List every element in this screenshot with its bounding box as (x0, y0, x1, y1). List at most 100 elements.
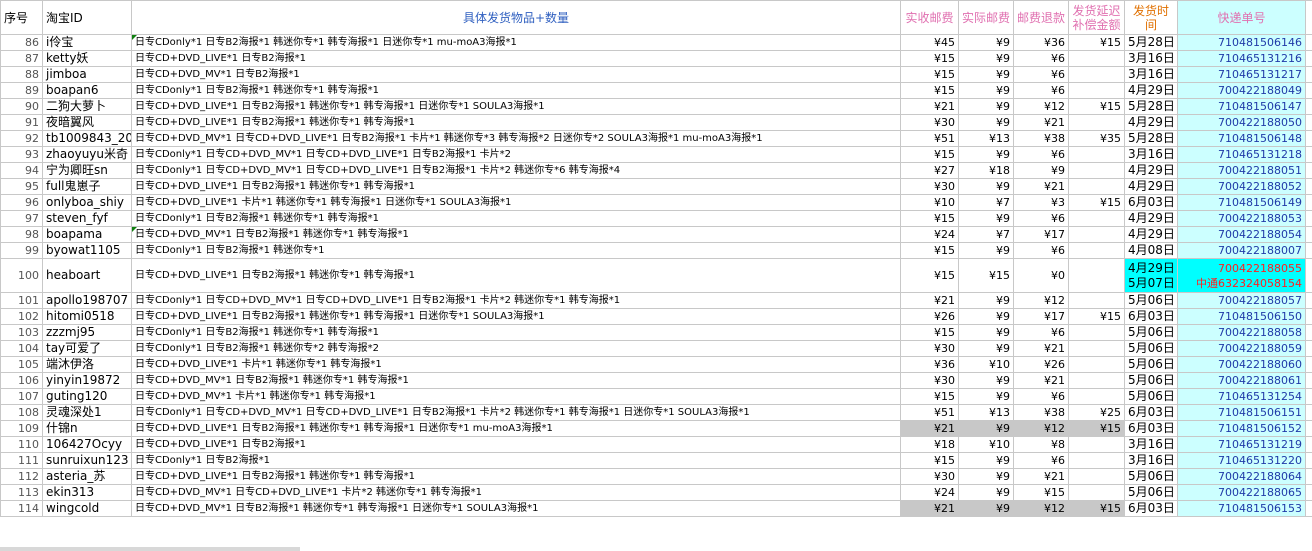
extra-cell[interactable] (1305, 500, 1312, 517)
actual-shipping-cell[interactable]: ¥9 (958, 178, 1014, 195)
items-cell[interactable]: 日专CD+DVD_MV*1 日专B2海报*1 (131, 66, 901, 83)
actual-shipping-cell[interactable]: ¥9 (958, 210, 1014, 227)
delay-comp-cell[interactable] (1068, 372, 1125, 389)
paid-shipping-cell[interactable]: ¥36 (900, 356, 959, 373)
refund-cell[interactable]: ¥21 (1013, 178, 1069, 195)
delay-comp-cell[interactable] (1068, 210, 1125, 227)
delay-comp-cell[interactable] (1068, 388, 1125, 405)
taobao-id-cell[interactable]: asteria_苏 (42, 468, 132, 485)
extra-cell[interactable] (1305, 210, 1312, 227)
delay-comp-cell[interactable] (1068, 292, 1125, 309)
seq-cell[interactable]: 87 (0, 50, 43, 67)
ship-date-cell[interactable]: 4月29日 (1124, 162, 1178, 179)
ship-date-cell[interactable]: 5月06日 (1124, 356, 1178, 373)
items-cell[interactable]: 日专CD+DVD_LIVE*1 卡片*1 韩迷你专*1 韩专海报*1 日迷你专*… (131, 194, 901, 211)
ship-date-cell[interactable]: 4月29日 (1124, 114, 1178, 131)
tracking-cell[interactable]: 700422188061 (1177, 372, 1306, 389)
delay-comp-cell[interactable] (1068, 436, 1125, 453)
delay-comp-cell[interactable]: ¥25 (1068, 404, 1125, 421)
ship-date-cell[interactable]: 4月08日 (1124, 242, 1178, 259)
seq-cell[interactable]: 114 (0, 500, 43, 517)
paid-shipping-cell[interactable]: ¥15 (900, 258, 959, 293)
actual-shipping-cell[interactable]: ¥9 (958, 308, 1014, 325)
items-cell[interactable]: 日专CDonly*1 日专B2海报*1 韩迷你专*1 韩专海报*1 (131, 324, 901, 341)
refund-cell[interactable]: ¥12 (1013, 420, 1069, 437)
paid-shipping-cell[interactable]: ¥24 (900, 226, 959, 243)
items-cell[interactable]: 日专CD+DVD_MV*1 卡片*1 韩迷你专*1 韩专海报*1 (131, 388, 901, 405)
header-extra[interactable] (1305, 0, 1312, 35)
delay-comp-cell[interactable]: ¥15 (1068, 194, 1125, 211)
refund-cell[interactable]: ¥6 (1013, 324, 1069, 341)
tracking-cell[interactable]: 700422188059 (1177, 340, 1306, 357)
taobao-id-cell[interactable]: sunruixun123 (42, 452, 132, 469)
actual-shipping-cell[interactable]: ¥9 (958, 34, 1014, 51)
paid-shipping-cell[interactable]: ¥45 (900, 34, 959, 51)
taobao-id-cell[interactable]: hitomi0518 (42, 308, 132, 325)
extra-cell[interactable] (1305, 130, 1312, 147)
actual-shipping-cell[interactable]: ¥10 (958, 436, 1014, 453)
taobao-id-cell[interactable]: i伶宝 (42, 34, 132, 51)
delay-comp-cell[interactable] (1068, 258, 1125, 293)
taobao-id-cell[interactable]: ketty妖 (42, 50, 132, 67)
taobao-id-cell[interactable]: boapama (42, 226, 132, 243)
actual-shipping-cell[interactable]: ¥9 (958, 66, 1014, 83)
extra-cell[interactable] (1305, 178, 1312, 195)
tracking-cell[interactable]: 710465131254 (1177, 388, 1306, 405)
extra-cell[interactable] (1305, 356, 1312, 373)
delay-comp-cell[interactable]: ¥15 (1068, 308, 1125, 325)
actual-shipping-cell[interactable]: ¥9 (958, 242, 1014, 259)
paid-shipping-cell[interactable]: ¥15 (900, 66, 959, 83)
seq-cell[interactable]: 98 (0, 226, 43, 243)
tracking-cell[interactable]: 710481506146 (1177, 34, 1306, 51)
ship-date-cell[interactable]: 3月16日 (1124, 146, 1178, 163)
tracking-cell[interactable]: 700422188064 (1177, 468, 1306, 485)
taobao-id-cell[interactable]: wingcold (42, 500, 132, 517)
ship-date-cell[interactable]: 6月03日 (1124, 194, 1178, 211)
refund-cell[interactable]: ¥0 (1013, 258, 1069, 293)
tracking-cell[interactable]: 710465131220 (1177, 452, 1306, 469)
actual-shipping-cell[interactable]: ¥10 (958, 356, 1014, 373)
tracking-cell[interactable]: 700422188060 (1177, 356, 1306, 373)
tracking-cell[interactable]: 710481506151 (1177, 404, 1306, 421)
refund-cell[interactable]: ¥17 (1013, 308, 1069, 325)
taobao-id-cell[interactable]: yinyin19872 (42, 372, 132, 389)
delay-comp-cell[interactable] (1068, 162, 1125, 179)
refund-cell[interactable]: ¥21 (1013, 114, 1069, 131)
taobao-id-cell[interactable]: 夜暗翼风 (42, 114, 132, 131)
ship-date-cell[interactable]: 3月16日 (1124, 436, 1178, 453)
seq-cell[interactable]: 104 (0, 340, 43, 357)
extra-cell[interactable] (1305, 82, 1312, 99)
seq-cell[interactable]: 107 (0, 388, 43, 405)
refund-cell[interactable]: ¥21 (1013, 340, 1069, 357)
taobao-id-cell[interactable]: byowat1105 (42, 242, 132, 259)
header-seq[interactable]: 序号 (0, 0, 43, 35)
extra-cell[interactable] (1305, 34, 1312, 51)
seq-cell[interactable]: 101 (0, 292, 43, 309)
refund-cell[interactable]: ¥6 (1013, 82, 1069, 99)
refund-cell[interactable]: ¥8 (1013, 436, 1069, 453)
items-cell[interactable]: 日专CDonly*1 日专CD+DVD_MV*1 日专CD+DVD_LIVE*1… (131, 162, 901, 179)
seq-cell[interactable]: 99 (0, 242, 43, 259)
taobao-id-cell[interactable]: apollo198707 (42, 292, 132, 309)
paid-shipping-cell[interactable]: ¥30 (900, 178, 959, 195)
delay-comp-cell[interactable] (1068, 324, 1125, 341)
seq-cell[interactable]: 86 (0, 34, 43, 51)
tracking-cell[interactable]: 700422188053 (1177, 210, 1306, 227)
actual-shipping-cell[interactable]: ¥9 (958, 146, 1014, 163)
extra-cell[interactable] (1305, 340, 1312, 357)
header-items[interactable]: 具体发货物品+数量 (131, 0, 901, 35)
actual-shipping-cell[interactable]: ¥9 (958, 98, 1014, 115)
delay-comp-cell[interactable] (1068, 242, 1125, 259)
refund-cell[interactable]: ¥38 (1013, 404, 1069, 421)
items-cell[interactable]: 日专CD+DVD_LIVE*1 日专B2海报*1 韩迷你专*1 韩专海报*1 (131, 258, 901, 293)
ship-date-cell[interactable]: 4月29日 5月07日 (1124, 258, 1178, 293)
items-cell[interactable]: 日专CD+DVD_MV*1 日专B2海报*1 韩迷你专*1 韩专海报*1 (131, 226, 901, 243)
items-cell[interactable]: 日专CD+DVD_LIVE*1 日专B2海报*1 韩迷你专*1 韩专海报*1 日… (131, 420, 901, 437)
seq-cell[interactable]: 95 (0, 178, 43, 195)
seq-cell[interactable]: 91 (0, 114, 43, 131)
extra-cell[interactable] (1305, 404, 1312, 421)
seq-cell[interactable]: 108 (0, 404, 43, 421)
seq-cell[interactable]: 89 (0, 82, 43, 99)
actual-shipping-cell[interactable]: ¥9 (958, 82, 1014, 99)
header-tracking[interactable]: 快递单号 (1177, 0, 1306, 35)
